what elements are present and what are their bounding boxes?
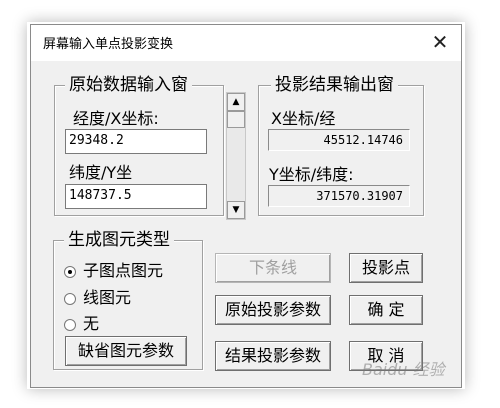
scrollbar-thumb[interactable]: [227, 111, 245, 128]
window-title: 屏幕输入单点投影变换: [43, 37, 174, 52]
output-group-label: 投影结果输出窗: [271, 74, 398, 96]
dialog-window: 屏幕输入单点投影变换 ✕ 原始数据输入窗 经度/X坐标: 29348.2 纬度/…: [30, 24, 462, 388]
default-element-params-button[interactable]: 缺省图元参数: [65, 336, 187, 366]
latitude-y-input[interactable]: 148737.5: [65, 184, 207, 209]
latitude-y-label: 纬度/Y坐: [69, 163, 133, 182]
result-projection-params-button[interactable]: 结果投影参数: [215, 341, 331, 371]
input-group-label: 原始数据输入窗: [65, 74, 192, 96]
scroll-down-arrow-icon[interactable]: ▼: [227, 201, 245, 219]
output-y-value: 371570.31907: [268, 185, 410, 207]
ok-button[interactable]: 确 定: [349, 295, 423, 325]
close-icon[interactable]: ✕: [425, 29, 455, 55]
output-y-label: Y坐标/纬度:: [269, 165, 354, 184]
radio-point-element[interactable]: 子图点图元: [64, 257, 163, 281]
source-projection-params-button[interactable]: 原始投影参数: [215, 295, 331, 325]
scroll-up-arrow-icon[interactable]: ▲: [227, 93, 245, 111]
output-x-value: 45512.14746: [268, 129, 410, 151]
longitude-x-label: 经度/X坐标:: [73, 109, 159, 128]
radio-selected-icon: [64, 265, 76, 278]
next-line-button[interactable]: 下条线: [215, 253, 331, 283]
element-type-group-label: 生成图元类型: [64, 229, 174, 251]
project-point-button[interactable]: 投影点: [349, 253, 423, 283]
watermark: Baidu 经验: [362, 360, 445, 379]
radio-none[interactable]: 无: [64, 310, 99, 334]
radio-line-element[interactable]: 线图元: [64, 284, 131, 308]
output-x-label: X坐标/经: [271, 109, 336, 128]
radio-unselected-icon: [64, 318, 76, 331]
title-bar: 屏幕输入单点投影变换 ✕: [31, 25, 461, 61]
radio-unselected-icon: [64, 292, 76, 305]
longitude-x-input[interactable]: 29348.2: [65, 129, 207, 154]
vertical-scrollbar[interactable]: ▲ ▼: [226, 92, 246, 220]
